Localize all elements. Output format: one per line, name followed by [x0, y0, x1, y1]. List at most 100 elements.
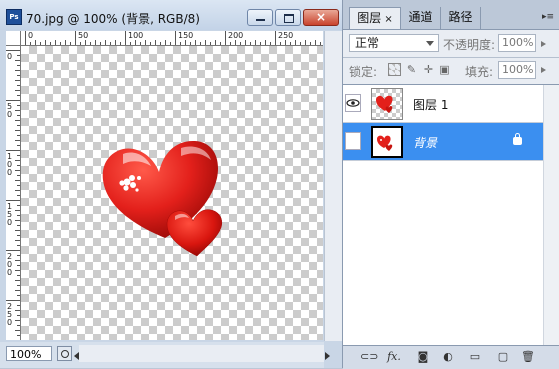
horizontal-scrollbar[interactable]: [79, 345, 324, 362]
ruler-tick: [15, 270, 20, 271]
layer-name: 图层 1: [413, 98, 449, 112]
new-layer-icon[interactable]: ▢: [496, 351, 510, 363]
tab-channels[interactable]: 通道: [401, 7, 441, 29]
ruler-tick: [200, 42, 201, 45]
layers-panel: 图层 × 通道 路径 ▸≡ 正常 不透明度: 100% 锁定: ✎ ✛ ▣ 填充:…: [343, 0, 559, 369]
trash-icon[interactable]: 🗑: [521, 351, 535, 363]
tab-layers[interactable]: 图层 ×: [349, 7, 401, 29]
ruler-tick: [180, 42, 181, 45]
ruler-tick: [205, 40, 206, 45]
ruler-label: 1 5 0: [7, 202, 13, 227]
ruler-tick: [105, 40, 106, 45]
horizontal-ruler[interactable]: 0 50 100 150 200 250: [21, 31, 323, 46]
opacity-field[interactable]: 100%: [498, 34, 536, 52]
ruler-tick: [17, 125, 20, 126]
ruler-tick: [17, 115, 20, 116]
lock-all-icon[interactable]: ▣: [438, 63, 451, 76]
tab-paths[interactable]: 路径: [441, 7, 481, 29]
link-icon[interactable]: ⊂⊃: [360, 351, 378, 363]
ruler-tick: [165, 40, 166, 45]
close-button[interactable]: ×: [303, 9, 339, 26]
panel-tabs: 图层 × 通道 路径 ▸≡: [343, 0, 559, 30]
ruler-tick: [285, 40, 286, 45]
ruler-label: 100: [128, 31, 144, 40]
ruler-tick: [230, 42, 231, 45]
ruler-tick: [35, 40, 36, 45]
ruler-tick: [240, 42, 241, 45]
layer-thumbnail: [371, 126, 403, 158]
ruler-tick: [110, 42, 111, 45]
ruler-tick: [55, 40, 56, 45]
layer-thumbnail: [371, 88, 403, 120]
ruler-tick: [17, 175, 20, 176]
layer-row-background[interactable]: 背景: [343, 123, 543, 161]
ruler-tick: [145, 40, 146, 45]
ruler-tick: [17, 215, 20, 216]
ruler-label: 250: [278, 31, 294, 40]
ruler-tick: [150, 42, 151, 45]
ruler-tick: [17, 285, 20, 286]
ruler-tick: [280, 42, 281, 45]
layer-name: 背景: [413, 136, 438, 150]
vertical-scrollbar[interactable]: [324, 31, 342, 341]
ruler-tick: [245, 40, 246, 45]
adjustment-icon[interactable]: ◐: [441, 351, 455, 363]
mask-icon[interactable]: ◙: [416, 351, 430, 363]
ruler-tick: [17, 85, 20, 86]
layers-scrollbar[interactable]: [543, 85, 559, 345]
ruler-tick: [17, 265, 20, 266]
lock-position-icon[interactable]: ✛: [422, 63, 435, 76]
ruler-tick: [300, 42, 301, 45]
blend-mode-value: 正常: [355, 36, 380, 50]
ruler-tick: [95, 40, 96, 45]
document-titlebar[interactable]: Ps 70.jpg @ 100% (背景, RGB/8) ×: [0, 0, 342, 30]
lock-transparency-icon[interactable]: [388, 63, 401, 76]
ruler-tick: [310, 42, 311, 45]
ruler-label: 50: [78, 31, 89, 40]
visibility-toggle[interactable]: [345, 132, 361, 150]
lock-pixels-icon[interactable]: ✎: [405, 63, 418, 76]
fx-icon[interactable]: fx.: [387, 351, 401, 363]
ruler-tick: [190, 42, 191, 45]
fill-slider-arrow-icon[interactable]: [541, 67, 546, 73]
ruler-tick: [17, 225, 20, 226]
opacity-label: 不透明度:: [443, 38, 496, 52]
ruler-tick: [17, 245, 20, 246]
ruler-tick: [175, 31, 176, 45]
layer-row-layer1[interactable]: 图层 1: [343, 85, 543, 123]
zoom-level-field[interactable]: 100%: [6, 346, 52, 361]
maximize-button[interactable]: [275, 9, 301, 26]
ruler-label: 0: [7, 52, 13, 61]
ruler-origin[interactable]: [6, 31, 21, 46]
folder-icon[interactable]: ▭: [468, 351, 482, 363]
ruler-tick: [15, 240, 20, 241]
opacity-slider-arrow-icon[interactable]: [541, 41, 546, 47]
ruler-tick: [15, 120, 20, 121]
layers-list: 图层 1 背景: [343, 85, 559, 345]
status-info-button[interactable]: [57, 346, 72, 361]
panel-menu-icon[interactable]: ▸≡: [542, 12, 554, 22]
ruler-tick: [6, 250, 20, 251]
image-canvas[interactable]: [21, 46, 323, 340]
ruler-tick: [320, 42, 321, 45]
ruler-tick: [15, 140, 20, 141]
fill-field[interactable]: 100%: [498, 61, 536, 79]
heart-thumbnail-icon: [376, 95, 393, 113]
vertical-ruler[interactable]: 0 5 0 1 0 0 1 5 0 2 0 0 2 5 0: [6, 46, 21, 340]
visibility-toggle[interactable]: [345, 94, 361, 112]
ruler-tick: [15, 310, 20, 311]
ruler-tick: [215, 40, 216, 45]
minimize-button[interactable]: [247, 9, 273, 26]
ruler-tick: [15, 60, 20, 61]
scroll-right-arrow-icon[interactable]: [325, 352, 330, 360]
tab-close-icon[interactable]: ×: [384, 14, 392, 25]
photoshop-doc-icon: Ps: [6, 9, 22, 25]
ruler-tick: [295, 40, 296, 45]
ruler-tick: [6, 200, 20, 201]
ruler-tick: [30, 42, 31, 45]
ruler-tick: [140, 42, 141, 45]
ruler-tick: [17, 75, 20, 76]
ruler-tick: [100, 42, 101, 45]
blend-mode-select[interactable]: 正常: [349, 34, 439, 52]
document-window: Ps 70.jpg @ 100% (背景, RGB/8) × 0 50 100 150…: [0, 0, 343, 368]
